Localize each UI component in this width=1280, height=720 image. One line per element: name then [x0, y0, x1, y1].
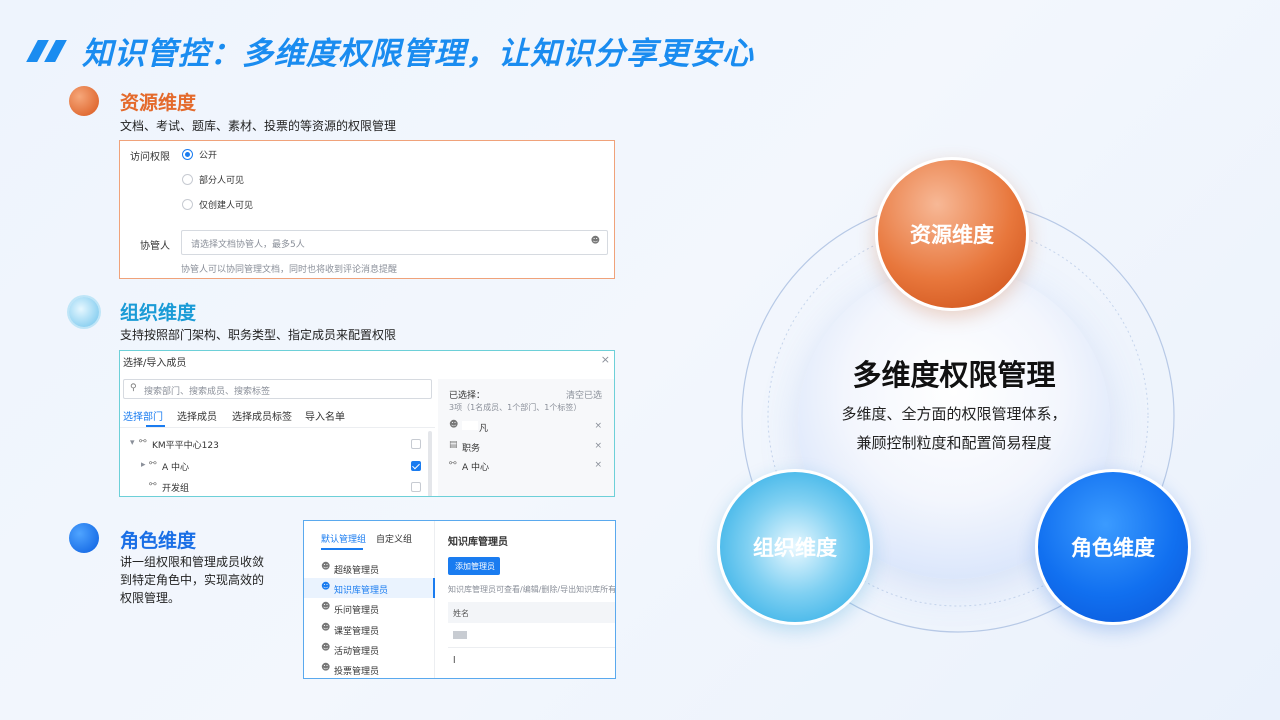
resource-section-title: 资源维度 [120, 92, 197, 114]
role-section-desc-3: 权限管理。 [120, 591, 181, 605]
tab-custom-group[interactable]: 自定义组 [376, 532, 412, 545]
user-icon: ☻ [321, 602, 331, 612]
org-icon: ⚯ [449, 459, 457, 469]
user-icon: ☻ [321, 643, 331, 653]
tree-scrollbar[interactable] [428, 431, 432, 496]
org-icon: ⚯ [149, 480, 157, 490]
tab-import-list[interactable]: 导入名单 [305, 408, 345, 423]
access-panel: 访问权限 公开 部分人可见 仅创建人可见 协管人 请选择文档协管人，最多5人 ☻… [119, 140, 615, 279]
tree-checkbox-dev-group[interactable] [411, 482, 421, 492]
selected-label: 已选择： [449, 391, 486, 401]
remove-icon[interactable]: × [594, 421, 602, 431]
role-item-event-admin[interactable]: 活动管理员 [334, 644, 379, 657]
collab-input[interactable]: 请选择文档协管人，最多5人 ☻ [181, 230, 608, 255]
radio-creator-only-label: 仅创建人可见 [199, 201, 254, 211]
role-panel: 默认管理组 自定义组 ☻ 超级管理员 ☻ 知识库管理员 ☻ 乐问管理员 ☻ 课堂… [303, 520, 616, 679]
member-search-input[interactable]: ⚲ 搜索部门、搜索成员、搜索标签 [123, 379, 432, 399]
role-section-desc-2: 到特定角色中，实现高效的 [120, 573, 265, 587]
close-icon[interactable]: × [601, 353, 610, 366]
member-panel: 选择/导入成员 × ⚲ 搜索部门、搜索成员、搜索标签 选择部门 选择成员 选择成… [119, 350, 615, 497]
tree-checkbox-root[interactable] [411, 439, 421, 449]
user-icon: ☻ [321, 582, 331, 592]
remove-icon[interactable]: × [594, 441, 602, 451]
user-icon: ☻ [321, 562, 331, 572]
role-section-desc-1: 讲一组权限和管理成员收敛 [120, 555, 265, 569]
member-panel-title: 选择/导入成员 [123, 358, 187, 369]
add-admin-button-label: 添加管理员 [455, 562, 495, 571]
selected-item-member: 凡 [479, 424, 489, 434]
org-section-desc: 支持按照部门架构、职务类型、指定成员来配置权限 [120, 328, 397, 342]
tab-select-tag[interactable]: 选择成员标签 [232, 408, 292, 423]
tree-arrow-expanded-icon[interactable]: ▾ [130, 438, 135, 448]
tree-item-root[interactable]: KM平平中心123 [152, 438, 219, 451]
redacted-name [462, 421, 478, 430]
collab-label: 协管人 [140, 241, 170, 252]
role-list: 默认管理组 自定义组 ☻ 超级管理员 ☻ 知识库管理员 ☻ 乐问管理员 ☻ 课堂… [304, 521, 435, 678]
clear-selected-link[interactable]: 清空已选 [566, 388, 602, 401]
tab-default-group[interactable]: 默认管理组 [321, 532, 366, 545]
selected-pane: 已选择： 清空已选 3项（1名成员、1个部门、1个标签） ☻ 凡 × ▤ 职务 … [438, 379, 614, 496]
radio-creator-only[interactable] [182, 199, 193, 210]
redacted-name [453, 631, 467, 639]
collab-placeholder: 请选择文档协管人，最多5人 [191, 240, 305, 250]
tab-select-member[interactable]: 选择成员 [177, 408, 217, 423]
radio-public[interactable] [182, 149, 193, 160]
tab-select-dept[interactable]: 选择部门 [123, 408, 163, 423]
member-search-placeholder: 搜索部门、搜索成员、搜索标签 [144, 387, 271, 397]
user-icon: ☻ [590, 236, 600, 246]
page-title: 知识管控：多维度权限管理，让知识分享更安心 [82, 36, 754, 72]
role-detail-desc: 知识库管理员可查看/编辑/删除/导出知识库所有文档... [448, 585, 616, 594]
org-icon: ⚯ [149, 459, 157, 469]
radio-partial-label: 部分人可见 [199, 176, 245, 186]
resource-section-desc: 文档、考试、题库、素材、投票的等资源的权限管理 [120, 119, 397, 133]
user-icon: ☻ [321, 663, 331, 673]
table-cell-name: l [453, 656, 456, 666]
table-header-name: 姓名 [453, 609, 469, 618]
node-resource: 资源维度 [875, 157, 1029, 311]
role-item-class-admin[interactable]: 课堂管理员 [334, 624, 379, 637]
selected-item-post: 职务 [462, 444, 481, 454]
node-org: 组织维度 [717, 469, 873, 625]
active-tab-indicator [321, 548, 363, 550]
tree-checkbox-center-a[interactable] [411, 461, 421, 471]
remove-icon[interactable]: × [594, 460, 602, 470]
role-dot-icon [69, 523, 99, 553]
table-header: 姓名 [448, 602, 615, 623]
table-row[interactable] [448, 623, 615, 648]
user-icon: ☻ [321, 623, 331, 633]
center-title: 多维度权限管理 [852, 358, 1056, 392]
post-icon: ▤ [449, 440, 458, 450]
radio-partial[interactable] [182, 174, 193, 185]
selected-item-dept: A 中心 [462, 463, 490, 473]
node-role: 角色维度 [1035, 469, 1191, 625]
tree-arrow-collapsed-icon[interactable]: ▸ [141, 460, 146, 470]
org-section-title: 组织维度 [120, 302, 197, 324]
resource-dot-icon [69, 86, 99, 116]
role-item-super-admin[interactable]: 超级管理员 [334, 563, 379, 576]
tab-divider [120, 427, 435, 428]
selected-count: 3项（1名成员、1个部门、1个标签） [449, 403, 582, 412]
access-label: 访问权限 [130, 152, 170, 163]
search-icon: ⚲ [130, 383, 137, 393]
org-icon: ⚯ [139, 437, 147, 447]
center-line-1: 多维度、全方面的权限管理体系， [841, 405, 1067, 423]
role-section-title: 角色维度 [120, 530, 197, 552]
user-icon: ☻ [449, 420, 459, 430]
table-row[interactable]: l [448, 649, 615, 674]
center-line-2: 兼顾控制粒度和配置简易程度 [856, 434, 1052, 452]
role-item-qa-admin[interactable]: 乐问管理员 [334, 603, 379, 616]
org-dot-icon [69, 297, 99, 327]
tree-item-center-a[interactable]: A 中心 [162, 460, 189, 473]
role-item-kb-admin[interactable]: 知识库管理员 [334, 583, 388, 596]
title-slash-icon [44, 40, 67, 62]
tree-item-dev-group[interactable]: 开发组 [162, 481, 189, 494]
radio-public-label: 公开 [199, 151, 218, 161]
add-admin-button[interactable]: 添加管理员 [448, 557, 500, 575]
role-detail-title: 知识库管理员 [448, 537, 508, 548]
role-item-vote-admin[interactable]: 投票管理员 [334, 664, 379, 677]
collab-hint: 协管人可以协同管理文档，同时也将收到评论消息提醒 [181, 265, 398, 275]
